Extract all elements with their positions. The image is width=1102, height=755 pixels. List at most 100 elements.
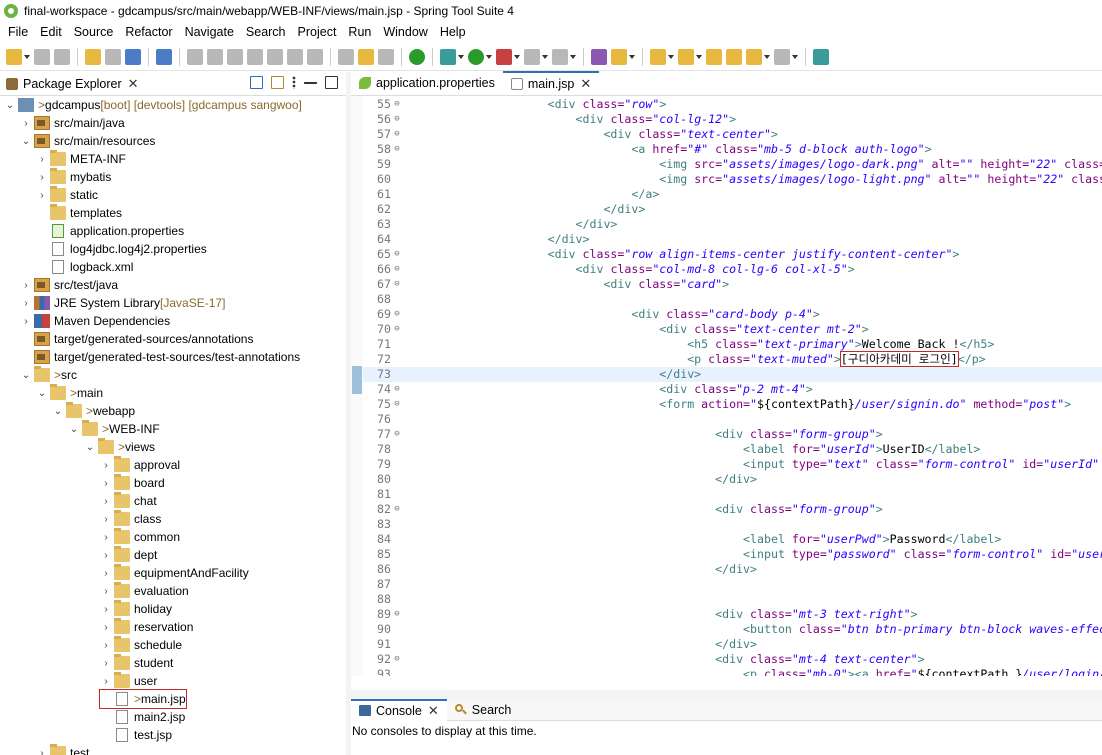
chevron-right-icon[interactable]: › [100, 496, 112, 507]
stop-icon[interactable] [524, 48, 548, 65]
open-task-icon[interactable] [338, 48, 354, 65]
code-line[interactable]: 72 <p class="text-muted">[구디아카데미 로그인]</p… [363, 351, 1102, 367]
tab-main-jsp[interactable]: main.jsp ✕ [502, 71, 600, 95]
save-icon[interactable] [34, 48, 50, 65]
tree-item[interactable]: › schedule [100, 636, 182, 654]
code-line[interactable]: 84 <label for="userPwd">Password</label> [363, 532, 1102, 547]
code-line[interactable]: 89 ⊖ <div class="mt-3 text-right"> [363, 607, 1102, 622]
chevron-down-icon[interactable]: ⌄ [36, 388, 48, 399]
code-line[interactable]: 67 ⊖ <div class="card"> [363, 277, 1102, 292]
chevron-right-icon[interactable]: › [36, 748, 48, 755]
fold-icon[interactable]: ⊖ [391, 142, 403, 157]
code-line[interactable]: 77 ⊖ <div class="form-group"> [363, 427, 1102, 442]
tree-item[interactable]: › src/test/java [20, 276, 118, 294]
code-line[interactable]: 90 <button class="btn btn-primary btn-bl… [363, 622, 1102, 637]
code-line[interactable]: 71 <h5 class="text-primary">Welcome Back… [363, 337, 1102, 352]
menu-edit[interactable]: Edit [34, 25, 68, 39]
fold-icon[interactable]: ⊖ [391, 607, 403, 622]
code-line[interactable]: 68 [363, 292, 1102, 307]
fold-icon[interactable]: ⊖ [391, 427, 403, 442]
tree-item[interactable]: › reservation [100, 618, 193, 636]
close-icon[interactable]: ✕ [128, 76, 139, 92]
last-edit-icon[interactable] [706, 48, 722, 65]
chevron-down-icon[interactable]: ⌄ [20, 370, 32, 381]
tree-item[interactable]: › dept [100, 546, 157, 564]
external-tools-icon[interactable] [496, 48, 520, 65]
chevron-down-icon[interactable]: ⌄ [68, 424, 80, 435]
code-line[interactable]: 59 <img src="assets/images/logo-dark.png… [363, 157, 1102, 172]
tree-item[interactable]: › evaluation [100, 582, 189, 600]
menu-project[interactable]: Project [292, 25, 343, 39]
menu-help[interactable]: Help [434, 25, 472, 39]
menu-file[interactable]: File [2, 25, 34, 39]
suspend-icon[interactable] [207, 48, 223, 65]
code-line[interactable]: 85 <input type="password" class="form-co… [363, 547, 1102, 562]
code-line[interactable]: 75 ⊖ <form action="${contextPath}/user/si… [363, 397, 1102, 412]
forward-icon[interactable] [774, 48, 798, 65]
code-line[interactable]: 78 <label for="userId">UserID</label> [363, 442, 1102, 457]
code-line[interactable]: 92 ⊖ <div class="mt-4 text-center"> [363, 652, 1102, 667]
format-icon[interactable] [358, 48, 374, 65]
wrap-icon[interactable] [378, 48, 394, 65]
menu-navigate[interactable]: Navigate [179, 25, 240, 39]
chevron-right-icon[interactable]: › [100, 532, 112, 543]
step-into-icon[interactable] [267, 48, 283, 65]
tree-item[interactable]: › equipmentAndFacility [100, 564, 249, 582]
code-line[interactable]: 57 ⊖ <div class="text-center"> [363, 127, 1102, 142]
resume-icon[interactable] [187, 48, 203, 65]
code-line[interactable]: 81 [363, 487, 1102, 502]
chevron-right-icon[interactable]: › [100, 622, 112, 633]
code-line[interactable]: 91 </div> [363, 637, 1102, 652]
chevron-down-icon[interactable]: ⌄ [84, 442, 96, 453]
chevron-right-icon[interactable]: › [36, 190, 48, 201]
fold-icon[interactable]: ⊖ [391, 127, 403, 142]
tree-item[interactable]: application.properties [36, 222, 184, 240]
pin-editor-icon[interactable] [726, 48, 742, 65]
tree-item[interactable]: › holiday [100, 600, 172, 618]
disconnect-icon[interactable] [247, 48, 263, 65]
code-line[interactable]: 86 </div> [363, 562, 1102, 577]
tree-item[interactable]: test.jsp [100, 726, 172, 744]
code-line[interactable]: 55 ⊖ <div class="row"> [363, 97, 1102, 112]
tree-item[interactable]: › static [36, 186, 98, 204]
open-type-icon[interactable] [591, 48, 607, 65]
code-line[interactable]: 69 ⊖ <div class="card-body p-4"> [363, 307, 1102, 322]
chevron-right-icon[interactable]: › [20, 118, 32, 129]
tree-item[interactable]: ⌄ > gdcampus [boot] [devtools] [gdcampus … [4, 96, 302, 114]
tree-item[interactable]: target/generated-test-sources/test-annot… [20, 348, 300, 366]
code-line[interactable]: 73 </div> [363, 367, 1102, 382]
code-line[interactable]: 63 </div> [363, 217, 1102, 232]
back-icon[interactable] [746, 48, 770, 65]
redo-icon[interactable] [105, 48, 121, 65]
tree-item[interactable]: › JRE System Library [JavaSE-17] [20, 294, 225, 312]
new-icon[interactable] [6, 48, 30, 65]
code-line[interactable]: 82 ⊖ <div class="form-group"> [363, 502, 1102, 517]
chevron-right-icon[interactable]: › [100, 658, 112, 669]
chevron-right-icon[interactable]: › [100, 568, 112, 579]
tree-item[interactable]: › common [100, 528, 180, 546]
package-explorer-tab[interactable]: Package Explorer ✕ [0, 72, 139, 96]
code-line[interactable]: 62 </div> [363, 202, 1102, 217]
fold-icon[interactable]: ⊖ [391, 322, 403, 337]
fold-icon[interactable]: ⊖ [391, 502, 403, 517]
tree-item[interactable]: › board [100, 474, 165, 492]
tree-item[interactable]: › student [100, 654, 173, 672]
code-line[interactable]: 79 <input type="text" class="form-contro… [363, 457, 1102, 472]
link-with-editor-icon[interactable] [271, 76, 284, 89]
next-annotation-icon[interactable] [650, 48, 674, 65]
chevron-right-icon[interactable]: › [36, 154, 48, 165]
tree-item[interactable]: › class [100, 510, 161, 528]
menu-search[interactable]: Search [240, 25, 292, 39]
step-over-icon[interactable] [287, 48, 303, 65]
fold-icon[interactable]: ⊖ [391, 97, 403, 112]
tree-item[interactable]: > main.jsp [99, 689, 187, 709]
code-line[interactable]: 80 </div> [363, 472, 1102, 487]
code-line[interactable]: 65 ⊖ <div class="row align-items-center j… [363, 247, 1102, 262]
tab-application-properties[interactable]: application.properties [351, 71, 503, 95]
code-line[interactable]: 58 ⊖ <a href="#" class="mb-5 d-block auth… [363, 142, 1102, 157]
code-line[interactable]: 83 [363, 517, 1102, 532]
tree-item[interactable]: › src/main/java [20, 114, 125, 132]
code-line[interactable]: 56 ⊖ <div class="col-lg-12"> [363, 112, 1102, 127]
minimize-icon[interactable] [304, 76, 317, 84]
close-icon[interactable]: ✕ [580, 76, 591, 92]
